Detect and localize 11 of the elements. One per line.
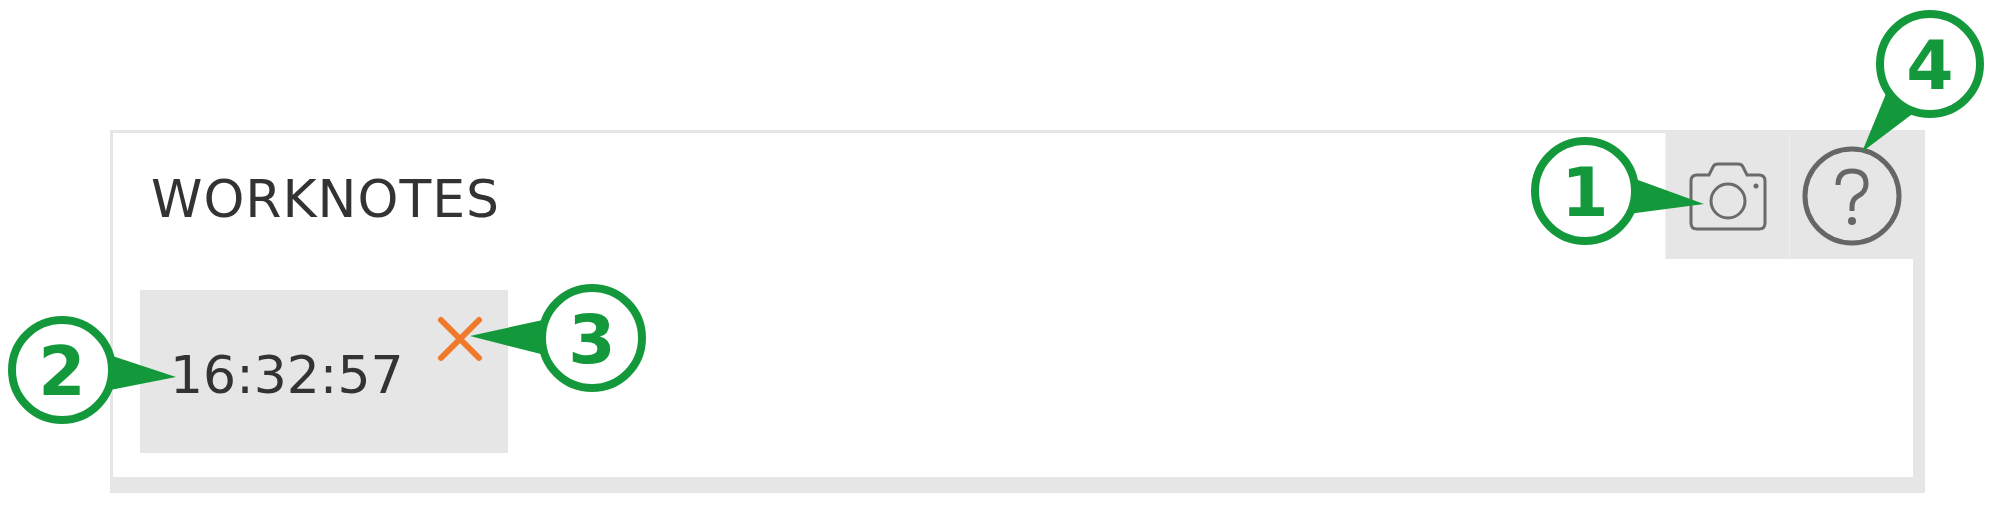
camera-button[interactable] [1665, 133, 1789, 259]
worknote-entry[interactable]: 16:32:57 [140, 290, 508, 453]
callout-number: 2 [38, 332, 86, 411]
callout-number: 4 [1906, 26, 1954, 105]
panel-title: WORKNOTES [150, 168, 501, 229]
help-icon [1800, 145, 1903, 247]
entry-time: 16:32:57 [169, 345, 404, 407]
delete-icon[interactable] [437, 316, 483, 362]
callout-number: 3 [568, 300, 616, 379]
help-button[interactable] [1789, 133, 1913, 259]
callout-number: 1 [1561, 153, 1609, 232]
